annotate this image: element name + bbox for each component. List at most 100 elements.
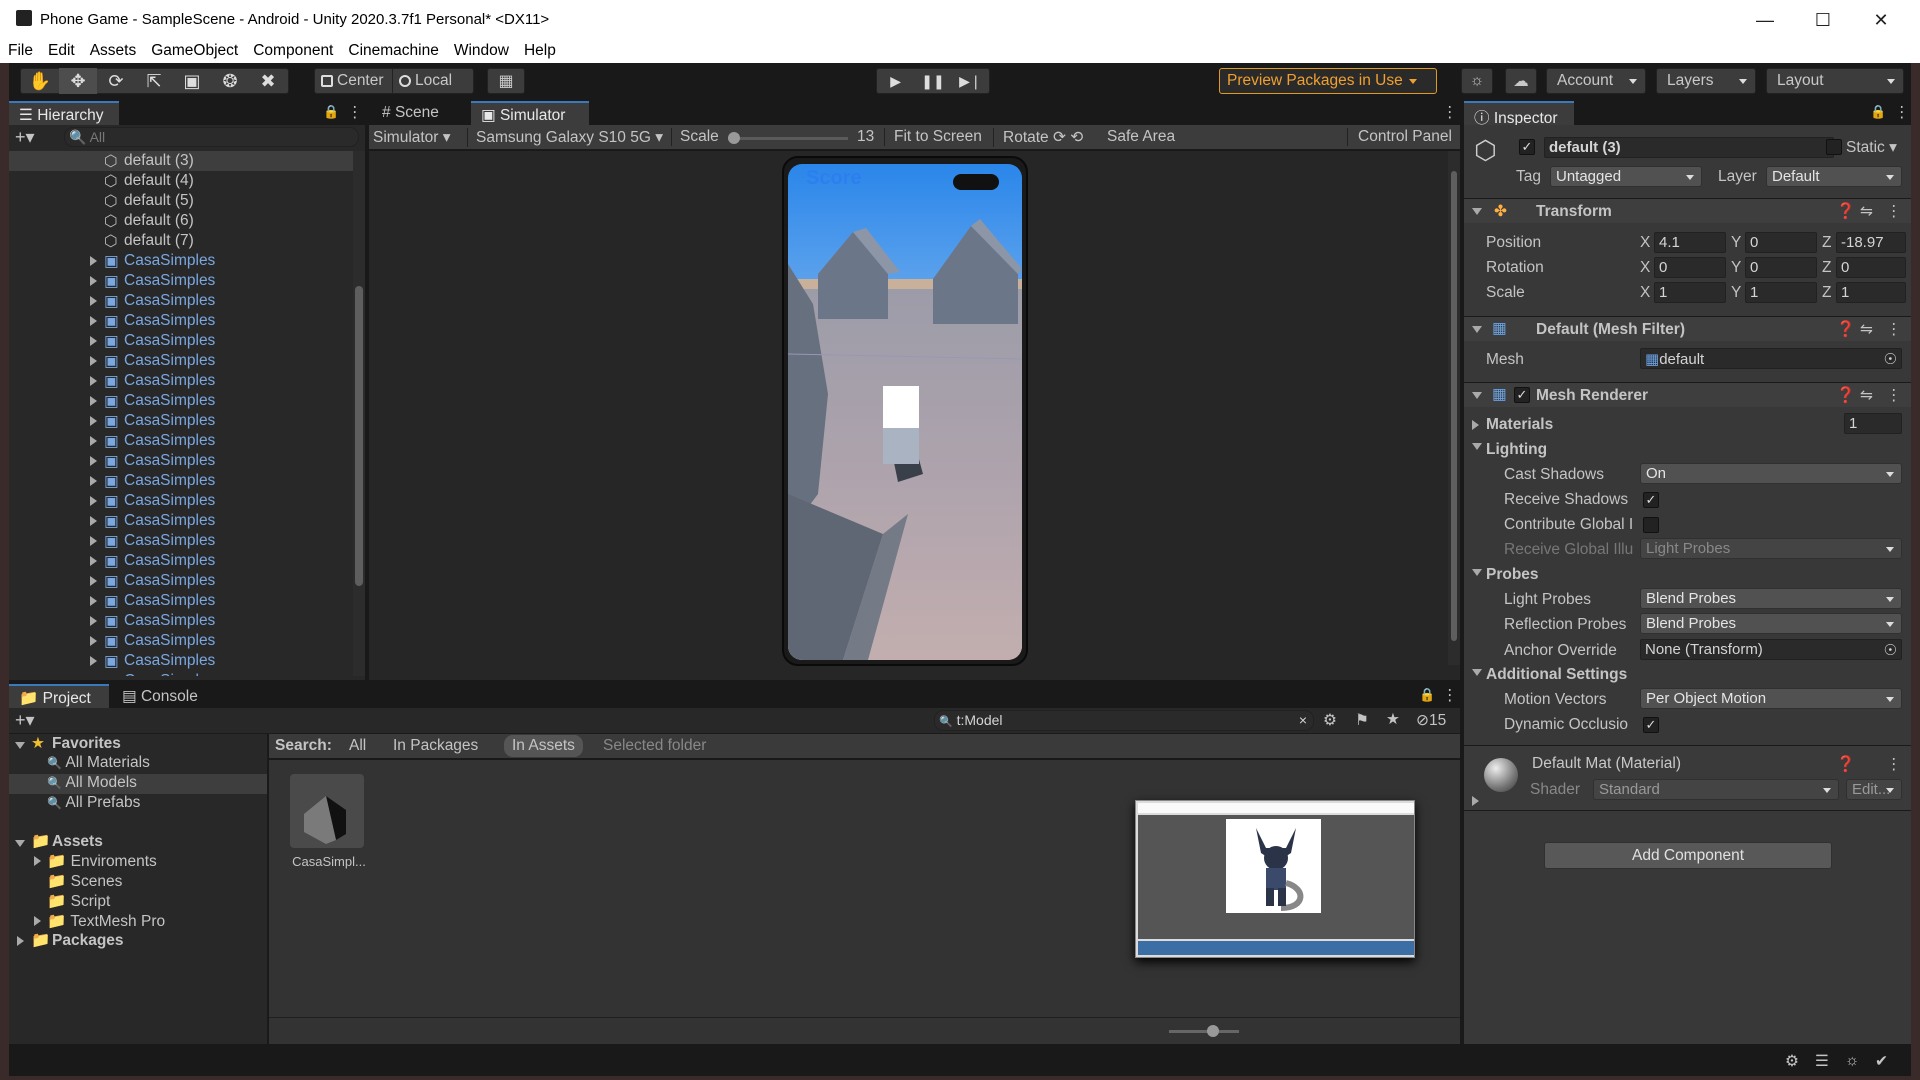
motion-vectors-dropdown[interactable]: Per Object Motion	[1640, 688, 1902, 709]
help-icon[interactable]: ❓	[1836, 755, 1855, 774]
expand-arrow-icon[interactable]	[90, 656, 97, 666]
expand-arrow-icon[interactable]	[90, 436, 97, 446]
hierarchy-item[interactable]: ⬡ default (4)	[9, 171, 353, 191]
menu-cinemachine[interactable]: Cinemachine	[340, 40, 445, 63]
preset-icon[interactable]: ⇋	[1860, 202, 1873, 221]
hierarchy-item[interactable]: ▣ CasaSimples	[9, 411, 353, 431]
safe-area-toggle[interactable]: Safe Area	[1107, 128, 1175, 146]
project-search-input[interactable]: 🔍 t:Model ×	[934, 710, 1314, 731]
cloud-button[interactable]: ☁	[1505, 68, 1537, 94]
expand-arrow-icon[interactable]	[15, 742, 25, 749]
minimize-button[interactable]: —	[1736, 0, 1794, 40]
expand-arrow-icon[interactable]	[90, 456, 97, 466]
receive-shadows-checkbox[interactable]: ✓	[1643, 492, 1659, 508]
hierarchy-item[interactable]: ▣ CasaSimples	[9, 531, 353, 551]
close-button[interactable]: ✕	[1852, 0, 1910, 40]
bug-icon[interactable]: ⚙	[1785, 1052, 1799, 1071]
expand-arrow-icon[interactable]	[90, 336, 97, 346]
hierarchy-item[interactable]: ⬡ default (7)	[9, 231, 353, 251]
thumbnail-size-slider[interactable]	[1169, 1025, 1239, 1037]
filter-label-icon[interactable]: ⚑	[1355, 711, 1369, 730]
layers-dropdown[interactable]: Layers	[1656, 68, 1756, 94]
object-name-field[interactable]: default (3)	[1544, 137, 1834, 158]
filter-type-icon[interactable]: ⚙	[1323, 711, 1337, 730]
expand-arrow-icon[interactable]	[90, 416, 97, 426]
mesh-renderer-enabled-checkbox[interactable]: ✓	[1514, 387, 1530, 403]
cache-icon[interactable]: ☰	[1815, 1052, 1829, 1071]
pivot-local-button[interactable]: Local	[393, 69, 473, 93]
axis-x-label[interactable]: X	[1640, 284, 1650, 302]
transform-x-field[interactable]: 4.1	[1654, 232, 1726, 253]
hierarchy-item[interactable]: ▣ CasaSimples	[9, 431, 353, 451]
pivot-center-button[interactable]: Center	[315, 69, 393, 93]
expand-arrow-icon[interactable]	[90, 316, 97, 326]
move-tool-icon[interactable]: ✥	[59, 68, 97, 94]
dynamic-occlusion-checkbox[interactable]: ✓	[1643, 717, 1659, 733]
check-circle-icon[interactable]: ✔	[1875, 1052, 1888, 1071]
kebab-menu-icon[interactable]: ⋮	[1886, 386, 1902, 405]
scale-slider-thumb[interactable]	[728, 132, 740, 144]
expand-arrow-icon[interactable]	[17, 936, 24, 946]
expand-arrow-icon[interactable]	[90, 296, 97, 306]
hierarchy-scrollbar[interactable]	[353, 151, 365, 676]
hierarchy-item[interactable]: ▣ CasaSimples	[9, 291, 353, 311]
transform-y-field[interactable]: 1	[1745, 282, 1817, 303]
star-icon[interactable]: ★	[1386, 710, 1400, 729]
layout-dropdown[interactable]: Layout	[1766, 68, 1904, 94]
simulator-mode-dropdown[interactable]: Simulator ▾	[373, 128, 463, 147]
scale-slider[interactable]	[728, 132, 848, 144]
scope-all-button[interactable]: All	[349, 737, 366, 755]
hierarchy-item[interactable]: ▣ CasaSimples	[9, 451, 353, 471]
scope-selected-folder-button[interactable]: Selected folder	[603, 737, 706, 755]
transform-z-field[interactable]: -18.97	[1836, 232, 1906, 253]
slider-thumb[interactable]	[1207, 1025, 1219, 1037]
rotate-tool-icon[interactable]: ⟳	[97, 68, 135, 94]
menu-assets[interactable]: Assets	[82, 40, 144, 63]
scroll-thumb[interactable]	[1451, 171, 1457, 641]
game-view[interactable]	[788, 164, 1022, 660]
lighting-label[interactable]: Lighting	[1486, 441, 1547, 459]
rect-tool-icon[interactable]: ▣	[173, 68, 211, 94]
transform-y-field[interactable]: 0	[1745, 232, 1817, 253]
expand-arrow-icon[interactable]	[90, 276, 97, 286]
mesh-field[interactable]: ▦default ☉	[1640, 348, 1902, 369]
project-add-button[interactable]: +▾	[15, 710, 35, 731]
expand-arrow-icon[interactable]	[90, 616, 97, 626]
lock-icon[interactable]: 🔒	[1870, 104, 1886, 120]
rotate-button[interactable]: Rotate ⟳ ⟲	[993, 128, 1083, 147]
preview-packages-button[interactable]: Preview Packages in Use	[1219, 68, 1437, 94]
control-panel-button[interactable]: Control Panel	[1347, 128, 1460, 146]
expand-arrow-icon[interactable]	[90, 556, 97, 566]
favorite-all-prefabs[interactable]: 🔍 All Prefabs	[47, 794, 267, 812]
hierarchy-item[interactable]: ▣ CasaSimples	[9, 671, 353, 676]
help-icon[interactable]: ❓	[1836, 320, 1855, 339]
hierarchy-item[interactable]: ▣ CasaSimples	[9, 331, 353, 351]
hierarchy-item[interactable]: ⬡ default (3)	[9, 151, 353, 171]
tab-project[interactable]: 📁 Project	[9, 684, 109, 708]
help-icon[interactable]: ❓	[1836, 386, 1855, 405]
menu-component[interactable]: Component	[245, 40, 340, 63]
expand-arrow-icon[interactable]	[1472, 669, 1482, 676]
hierarchy-item[interactable]: ▣ CasaSimples	[9, 631, 353, 651]
hierarchy-item[interactable]: ▣ CasaSimples	[9, 611, 353, 631]
hierarchy-item[interactable]: ▣ CasaSimples	[9, 311, 353, 331]
tab-inspector[interactable]: ⓘ Inspector	[1464, 101, 1574, 127]
transform-y-field[interactable]: 0	[1745, 257, 1817, 278]
kebab-menu-icon[interactable]: ⋮	[1442, 686, 1458, 705]
tab-console[interactable]: ▤ Console	[112, 684, 222, 708]
transform-z-field[interactable]: 1	[1836, 282, 1906, 303]
folder-textmesh-pro[interactable]: 📁 TextMesh Pro	[47, 912, 165, 931]
folder-script[interactable]: 📁 Script	[47, 892, 110, 911]
pause-icon[interactable]: ❚❚	[914, 68, 951, 94]
hierarchy-item[interactable]: ▣ CasaSimples	[9, 491, 353, 511]
menu-window[interactable]: Window	[446, 40, 516, 63]
shader-dropdown[interactable]: Standard	[1593, 779, 1839, 800]
hierarchy-scroll-thumb[interactable]	[355, 286, 363, 586]
hierarchy-item[interactable]: ▣ CasaSimples	[9, 471, 353, 491]
preset-icon[interactable]: ⇋	[1860, 320, 1873, 339]
tab-simulator[interactable]: ▣ Simulator	[471, 101, 589, 125]
expand-arrow-icon[interactable]	[90, 496, 97, 506]
expand-arrow-icon[interactable]	[1472, 796, 1479, 806]
grid-snap-button[interactable]: ▦	[487, 68, 525, 94]
account-dropdown[interactable]: Account	[1546, 68, 1646, 94]
